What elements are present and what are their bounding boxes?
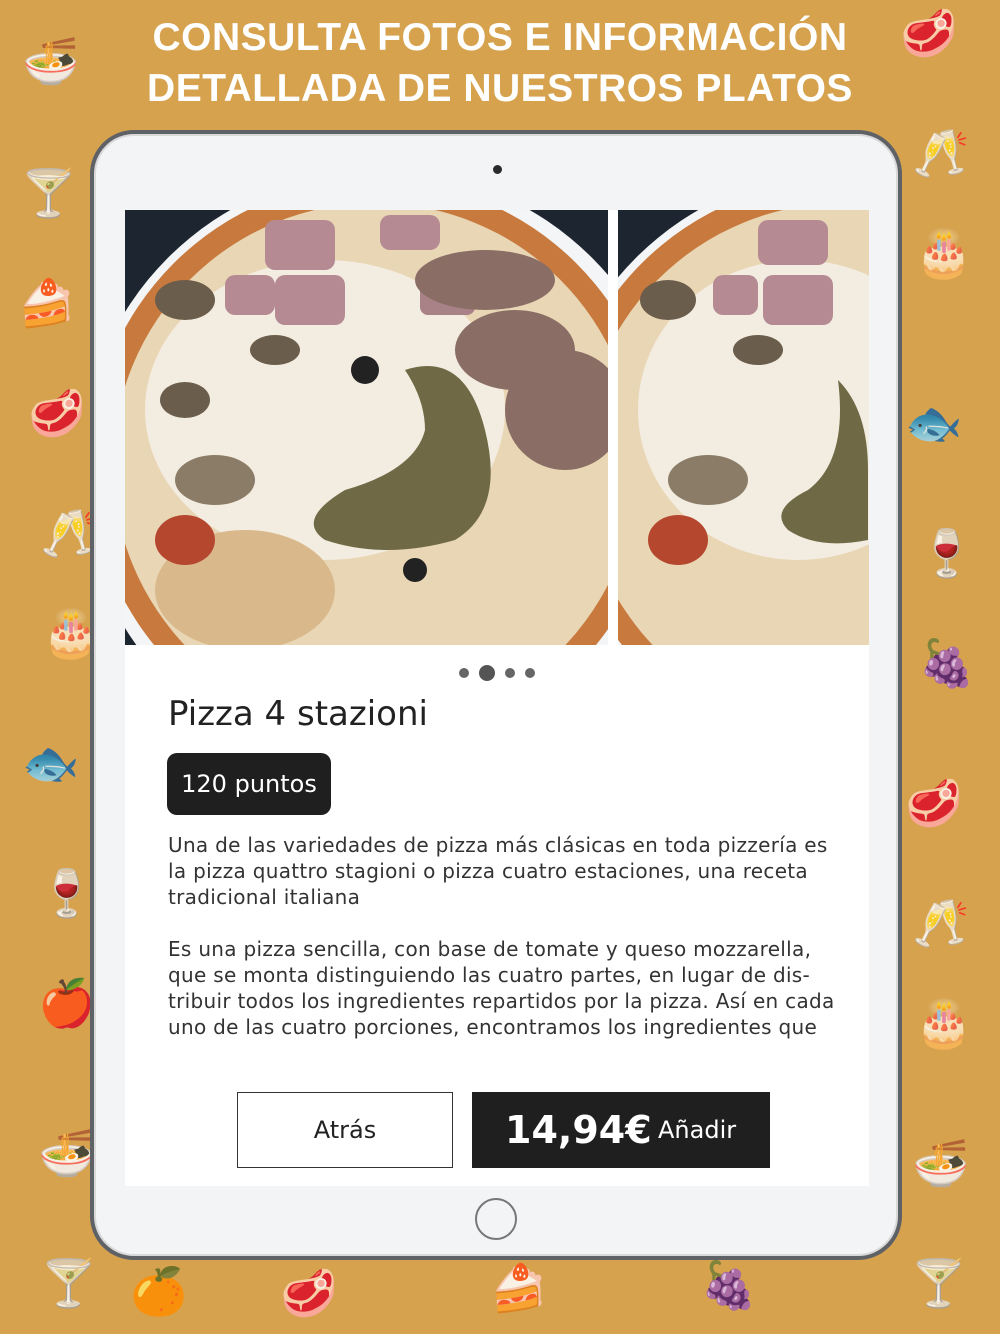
- steak-icon: 🥩: [28, 386, 86, 440]
- steak-icon: 🥩: [905, 776, 963, 830]
- headline-line-2: DETALLADA DE NUESTROS PLATOS: [147, 67, 853, 110]
- noodles-icon: 🍜: [912, 1136, 970, 1190]
- app-screen: Pizza 4 stazioni 120 puntos Una de las v…: [125, 210, 869, 1186]
- cake-icon: 🎂: [915, 996, 973, 1050]
- headline-line-1: CONSULTA FOTOS E INFORMACIÓN: [152, 16, 848, 59]
- points-badge: 120 puntos: [167, 753, 331, 815]
- steak-icon: 🥩: [900, 6, 958, 60]
- carousel-photo-current[interactable]: [125, 210, 608, 645]
- wine-bottle-icon: 🍷: [38, 866, 96, 920]
- product-description: Una de las variedades de pizza más clási…: [168, 832, 848, 1040]
- product-title: Pizza 4 stazioni: [168, 694, 428, 734]
- cake-icon: 🎂: [915, 226, 973, 280]
- noodles-icon: 🍜: [38, 1126, 96, 1180]
- cake-icon: 🍰: [18, 276, 76, 330]
- fruit-grapes-icon: 🍎: [38, 976, 96, 1030]
- camera-dot: [493, 165, 502, 174]
- cocktail-icon: 🍸: [910, 1256, 968, 1310]
- carousel-dot[interactable]: [525, 667, 535, 678]
- price-label: 14,94€: [505, 1108, 652, 1152]
- cocktail-icon: 🍸: [40, 1256, 98, 1310]
- citrus-icon: 🍊: [130, 1264, 188, 1318]
- home-button[interactable]: [475, 1198, 517, 1240]
- carousel-photo-next[interactable]: [618, 210, 869, 645]
- add-to-cart-button[interactable]: 14,94€ Añadir: [472, 1092, 770, 1168]
- promo-headline: CONSULTA FOTOS E INFORMACIÓN DETALLADA D…: [0, 12, 1000, 114]
- cocktail-icon: 🍸: [20, 166, 78, 220]
- fish-icon: 🐟: [905, 396, 963, 450]
- carousel-dot[interactable]: [505, 667, 515, 678]
- description-paragraph: Una de las variedades de pizza más clási…: [168, 833, 828, 909]
- noodles-icon: 🍜: [22, 34, 80, 88]
- pizza-photo: [125, 210, 608, 645]
- fish-icon: 🐟: [22, 736, 80, 790]
- wine-bottle-icon: 🍷: [918, 526, 976, 580]
- back-button[interactable]: Atrás: [237, 1092, 453, 1168]
- cake-icon: 🍰: [490, 1261, 548, 1315]
- add-label: Añadir: [658, 1116, 737, 1144]
- fruit-grapes-icon: 🍇: [918, 636, 976, 690]
- steak-icon: 🥩: [280, 1266, 338, 1320]
- carousel-dot[interactable]: [459, 667, 469, 678]
- wine-glasses-icon: 🥂: [912, 126, 970, 180]
- fruit-grapes-icon: 🍇: [700, 1258, 758, 1312]
- wine-glasses-icon: 🥂: [912, 896, 970, 950]
- wine-glasses-icon: 🥂: [40, 506, 98, 560]
- carousel-dot-active[interactable]: [479, 664, 495, 681]
- carousel-pagination[interactable]: [125, 662, 869, 681]
- pizza-photo: [618, 210, 869, 645]
- description-paragraph: Es una pizza sencilla, con base de tomat…: [168, 937, 835, 1039]
